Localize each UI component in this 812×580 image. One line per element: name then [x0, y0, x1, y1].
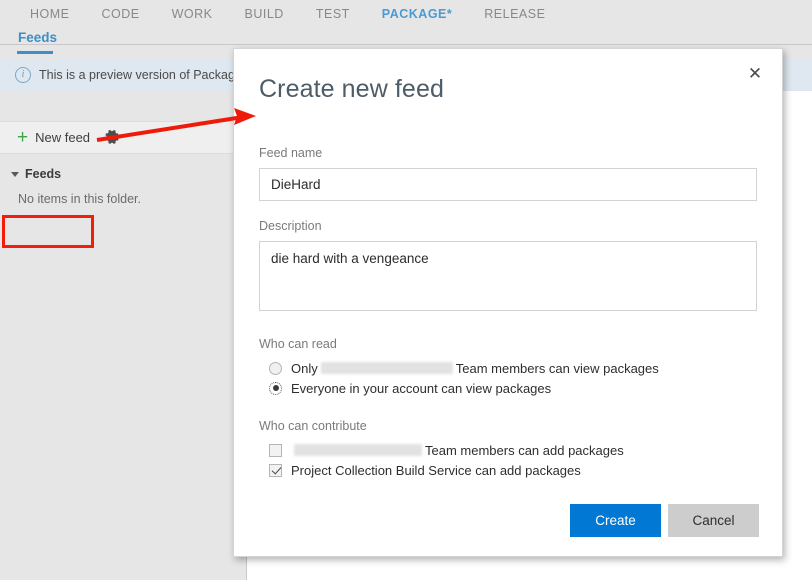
nav-item-home[interactable]: HOME [14, 0, 86, 28]
radio-team-members-read-prefix: Only [291, 361, 318, 376]
preview-banner-text: This is a preview version of Package [39, 68, 242, 82]
checkbox-build-service-contribute[interactable] [269, 464, 282, 477]
feeds-toolbar: + New feed [0, 121, 246, 154]
feed-name-label: Feed name [259, 146, 759, 160]
nav-item-build[interactable]: BUILD [229, 0, 300, 28]
tab-feeds-underline [17, 51, 53, 54]
create-new-feed-dialog: ✕ Create new feed Feed name Description … [233, 48, 783, 557]
who-can-contribute-label: Who can contribute [259, 419, 759, 433]
feed-name-input[interactable] [259, 168, 757, 201]
dialog-footer: Create Cancel [234, 504, 784, 537]
who-can-read-label: Who can read [259, 337, 759, 351]
nav-item-test[interactable]: TEST [300, 0, 366, 28]
checkbox-team-members-contribute[interactable] [269, 444, 282, 457]
description-label: Description [259, 219, 759, 233]
nav-item-package[interactable]: PACKAGE* [366, 0, 468, 28]
radio-team-members-read-label: Only Team members can view packages [291, 361, 659, 376]
left-pane: + New feed Feeds No items in this folder… [0, 91, 246, 580]
checkbox-build-service-contribute-label: Project Collection Build Service can add… [291, 463, 581, 478]
checkbox-team-members-contribute-label: Team members can add packages [291, 443, 624, 458]
new-feed-button[interactable]: + New feed [8, 124, 99, 151]
tree-group-feeds-label: Feeds [25, 167, 61, 181]
checkbox-row-team-members-contribute[interactable]: Team members can add packages [269, 440, 759, 460]
radio-team-members-read-suffix: Team members can view packages [456, 361, 659, 376]
top-navigation-bar: HOME CODE WORK BUILD TEST PACKAGE* RELEA… [0, 0, 812, 28]
radio-team-members-read[interactable] [269, 362, 282, 375]
subnav-divider [0, 44, 812, 45]
radio-row-team-members-read[interactable]: Only Team members can view packages [269, 358, 759, 378]
cancel-button[interactable]: Cancel [668, 504, 759, 537]
chevron-down-icon [11, 172, 19, 177]
info-icon: i [15, 67, 31, 83]
nav-item-work[interactable]: WORK [156, 0, 229, 28]
tree-empty-message: No items in this folder. [18, 192, 141, 206]
close-icon[interactable]: ✕ [742, 61, 768, 87]
app-root: HOME CODE WORK BUILD TEST PACKAGE* RELEA… [0, 0, 812, 580]
tab-feeds[interactable]: Feeds [18, 30, 57, 45]
plus-icon: + [17, 128, 28, 147]
dialog-content: Feed name Description Who can read Only … [259, 146, 759, 480]
radio-everyone-read[interactable] [269, 382, 282, 395]
radio-everyone-read-label: Everyone in your account can view packag… [291, 381, 551, 396]
redacted-account-name-read [321, 362, 453, 374]
tree-group-feeds[interactable]: Feeds [11, 167, 61, 181]
redacted-account-name-contribute [294, 444, 422, 456]
checkbox-team-members-contribute-suffix: Team members can add packages [425, 443, 624, 458]
create-button[interactable]: Create [570, 504, 661, 537]
checkbox-row-build-service-contribute[interactable]: Project Collection Build Service can add… [269, 460, 759, 480]
nav-item-release[interactable]: RELEASE [468, 0, 561, 28]
dialog-title: Create new feed [259, 75, 444, 104]
gear-icon[interactable] [103, 128, 125, 150]
annotation-highlight-box [2, 215, 94, 248]
new-feed-button-label: New feed [35, 130, 90, 145]
description-textarea[interactable] [259, 241, 757, 311]
radio-row-everyone-read[interactable]: Everyone in your account can view packag… [269, 378, 759, 398]
nav-item-code[interactable]: CODE [86, 0, 156, 28]
